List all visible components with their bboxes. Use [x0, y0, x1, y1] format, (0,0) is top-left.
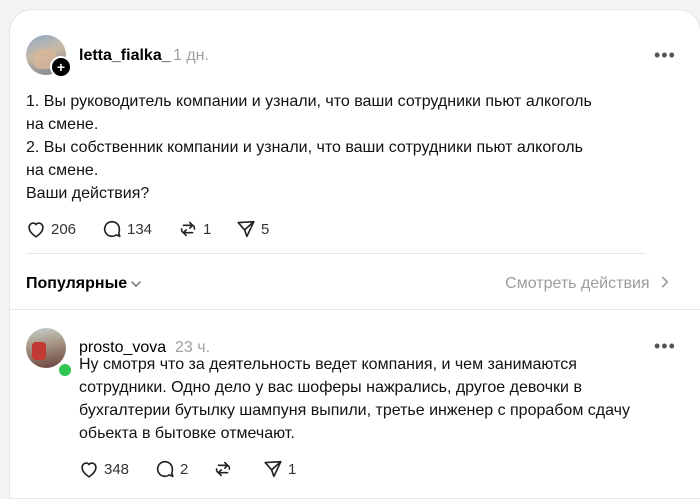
- post-text: 1. Вы руководитель компании и узнали, чт…: [26, 93, 592, 202]
- reply-share-count: 1: [288, 460, 297, 478]
- reply-count: 134: [127, 220, 153, 238]
- more-options-button[interactable]: •••: [654, 46, 676, 64]
- chevron-down-icon[interactable]: [130, 278, 142, 290]
- reply-avatar[interactable]: [26, 328, 66, 368]
- view-activity-label: Смотреть действия: [505, 275, 650, 292]
- divider: [10, 309, 700, 310]
- share-button[interactable]: 5: [235, 218, 269, 240]
- repost-arrows-icon: [215, 461, 231, 477]
- reply-repost-button[interactable]: [212, 458, 262, 480]
- replies-sort-bar: Популярные Смотреть действия: [26, 275, 672, 295]
- reply-like-button[interactable]: 348: [78, 458, 154, 480]
- reply-button[interactable]: 134: [101, 218, 177, 240]
- view-activity-link[interactable]: Смотреть действия: [505, 275, 672, 293]
- post-actions: 206 134 1 5: [25, 218, 269, 240]
- like-count: 206: [51, 220, 77, 238]
- share-count: 5: [261, 220, 270, 238]
- post-timestamp: 1 дн.: [173, 47, 209, 64]
- repost-arrows-icon: [180, 221, 196, 237]
- reply-reply-button[interactable]: 2: [154, 458, 212, 480]
- paper-plane-icon: [237, 220, 255, 238]
- reply-reply-count: 2: [180, 460, 189, 478]
- repost-button[interactable]: 1: [177, 218, 235, 240]
- reply-like-count: 348: [104, 460, 130, 478]
- reply-text: Ну смотря что за деятельность ведет комп…: [79, 356, 630, 442]
- like-button[interactable]: 206: [25, 218, 101, 240]
- speech-bubble-icon: [103, 220, 121, 238]
- chevron-right-icon: [661, 276, 669, 288]
- thread-card: + letta_fialka_ 1 дн. ••• 1. Вы руководи…: [10, 10, 700, 499]
- paper-plane-icon: [264, 460, 282, 478]
- reply-more-options-button[interactable]: •••: [654, 337, 676, 355]
- online-status-icon: [57, 362, 73, 378]
- repost-count: 1: [203, 220, 212, 238]
- heart-icon: [81, 462, 97, 478]
- divider: [26, 253, 646, 254]
- heart-icon: [28, 222, 44, 238]
- speech-bubble-icon: [156, 460, 174, 478]
- post-username[interactable]: letta_fialka_: [79, 47, 171, 65]
- reply-share-button[interactable]: 1: [262, 458, 296, 480]
- follow-plus-icon[interactable]: +: [50, 56, 72, 78]
- sort-dropdown[interactable]: Популярные: [26, 275, 127, 293]
- reply-actions: 348 2 1: [78, 458, 296, 480]
